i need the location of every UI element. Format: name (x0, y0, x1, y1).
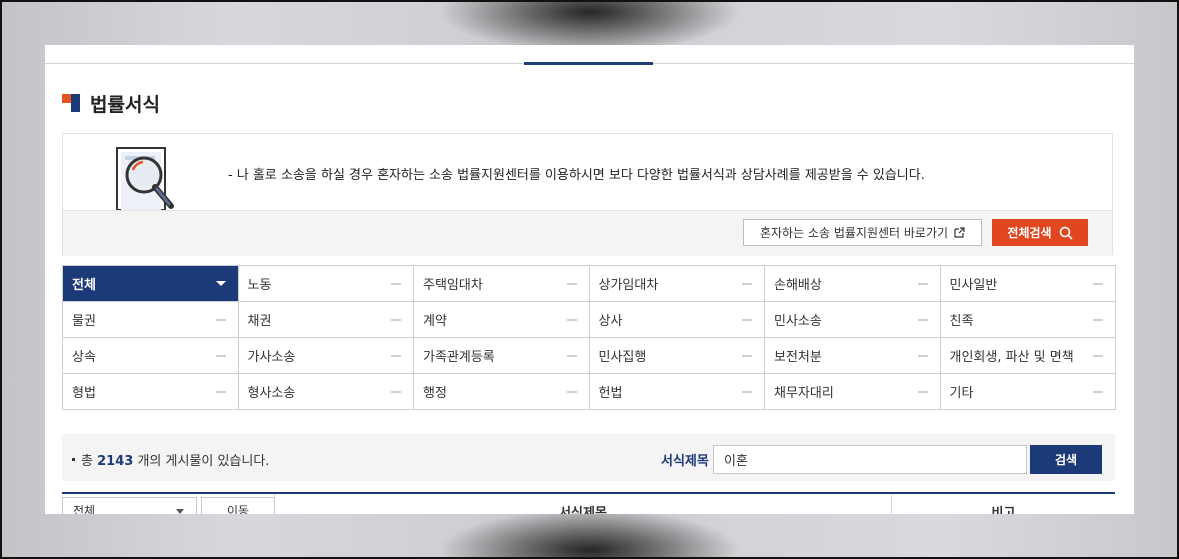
dash-icon (1093, 282, 1103, 285)
category-label: 상속 (72, 350, 96, 365)
category-label: 헌법 (598, 386, 623, 401)
category-label: 주택임대차 (423, 278, 483, 293)
category-label: 민사집행 (598, 350, 647, 365)
search-icon (1059, 226, 1073, 240)
dash-icon (742, 354, 752, 357)
dash-icon (566, 354, 577, 357)
dash-icon (742, 318, 752, 321)
legal-center-link-button[interactable]: 혼자하는 소송 법률지원센터 바로가기 (743, 219, 982, 246)
category-label: 채무자대리 (774, 386, 834, 401)
search-all-label: 전체검색 (1007, 226, 1052, 240)
chevron-down-icon (176, 509, 184, 514)
dash-icon (566, 390, 577, 393)
category-item[interactable]: 상가임대차 (589, 266, 765, 302)
category-item[interactable]: 기타 (940, 374, 1116, 410)
category-item[interactable]: 민사집행 (589, 338, 765, 374)
category-label: 노동 (247, 278, 272, 293)
category-item[interactable]: 전체 (63, 266, 239, 302)
external-link-icon (954, 227, 965, 238)
active-tab-indicator (524, 62, 653, 65)
category-item[interactable]: 물권 (63, 302, 239, 338)
dash-icon (215, 390, 226, 393)
category-filter-value: 전체 (73, 504, 96, 514)
category-item[interactable]: 친족 (940, 302, 1116, 338)
category-label: 기타 (949, 386, 974, 401)
dash-icon (917, 318, 928, 321)
category-label: 형법 (72, 386, 96, 401)
category-label: 행정 (423, 386, 447, 401)
dash-icon (215, 318, 226, 321)
dash-icon (742, 390, 752, 393)
dash-icon (917, 390, 928, 393)
column-header-title: 서식제목 (274, 494, 891, 514)
category-item[interactable]: 가사소송 (238, 338, 414, 374)
category-grid: 전체 노동 주택임대차 상가임대차 손해배상 민사일반물권 채권 계약 상사 민사소송 친족상속 가사… (62, 265, 1116, 410)
category-item[interactable]: 노동 (238, 266, 414, 302)
category-label: 형사소송 (247, 386, 296, 401)
post-count: 총 2143 개의 게시물이 있습니다. (72, 450, 269, 469)
category-item[interactable]: 형사소송 (238, 374, 414, 410)
legal-center-link-label: 혼자하는 소송 법률지원센터 바로가기 (759, 226, 949, 240)
dash-icon (391, 282, 401, 285)
category-label: 물권 (72, 314, 96, 329)
category-label: 가족관계등록 (423, 350, 495, 365)
dash-icon (1093, 354, 1103, 357)
category-item[interactable]: 개인회생, 파산 및 면책 (940, 338, 1116, 374)
dash-icon (391, 354, 401, 357)
category-label: 개인회생, 파산 및 면책 (949, 350, 1074, 365)
dash-icon (215, 354, 226, 357)
category-item[interactable]: 계약 (414, 302, 590, 338)
category-item[interactable]: 상사 (589, 302, 765, 338)
category-label: 전체 (72, 278, 96, 293)
search-all-button[interactable]: 전체검색 (992, 219, 1088, 246)
page: 법률서식 - 나 홀로 소송을 하실 경우 혼자하는 소송 법률지원센터를 이용… (45, 45, 1134, 514)
title-square-icon (62, 94, 80, 112)
category-label: 친족 (949, 314, 974, 329)
category-item[interactable]: 주택임대차 (414, 266, 590, 302)
category-item[interactable]: 상속 (63, 338, 239, 374)
category-item[interactable]: 형법 (63, 374, 239, 410)
category-label: 민사소송 (774, 314, 822, 329)
category-label: 손해배상 (774, 278, 822, 293)
category-label: 상사 (598, 314, 623, 329)
category-item[interactable]: 보전처분 (765, 338, 941, 374)
search-bar: 총 2143 개의 게시물이 있습니다. 서식제목 검색 (62, 434, 1115, 481)
dash-icon (1093, 390, 1103, 393)
category-label: 민사일반 (949, 278, 998, 293)
search-field-label: 서식제목 (661, 454, 709, 469)
category-item[interactable]: 행정 (414, 374, 590, 410)
category-filter-select[interactable]: 전체 (62, 497, 197, 514)
category-label: 가사소송 (247, 350, 296, 365)
post-count-number: 2143 (97, 454, 134, 469)
notice-box: - 나 홀로 소송을 하실 경우 혼자하는 소송 법률지원센터를 이용하시면 보… (62, 133, 1113, 256)
caret-down-icon (215, 281, 226, 286)
move-button[interactable]: 이동 (201, 497, 275, 514)
category-item[interactable]: 헌법 (589, 374, 765, 410)
dash-icon (917, 354, 928, 357)
category-label: 상가임대차 (598, 278, 659, 293)
dash-icon (917, 282, 928, 285)
search-input[interactable] (713, 445, 1027, 474)
category-item[interactable]: 채무자대리 (765, 374, 941, 410)
category-item[interactable]: 채권 (238, 302, 414, 338)
notice-text: - 나 홀로 소송을 하실 경우 혼자하는 소송 법률지원센터를 이용하시면 보… (228, 168, 925, 183)
dash-icon (1093, 318, 1103, 321)
dash-icon (566, 318, 577, 321)
column-header-note: 비고 (891, 494, 1115, 514)
document-magnifier-icon (116, 147, 174, 210)
dash-icon (391, 390, 401, 393)
dash-icon (566, 282, 577, 285)
category-label: 채권 (247, 314, 272, 329)
category-label: 보전처분 (774, 350, 822, 365)
page-title: 법률서식 (90, 93, 160, 116)
category-item[interactable]: 민사일반 (940, 266, 1116, 302)
category-item[interactable]: 손해배상 (765, 266, 941, 302)
search-button[interactable]: 검색 (1030, 445, 1102, 474)
dash-icon (391, 318, 401, 321)
category-item[interactable]: 가족관계등록 (414, 338, 590, 374)
category-label: 계약 (423, 314, 447, 329)
category-item[interactable]: 민사소송 (765, 302, 941, 338)
dash-icon (742, 282, 752, 285)
page-heading: 법률서식 (62, 91, 160, 116)
